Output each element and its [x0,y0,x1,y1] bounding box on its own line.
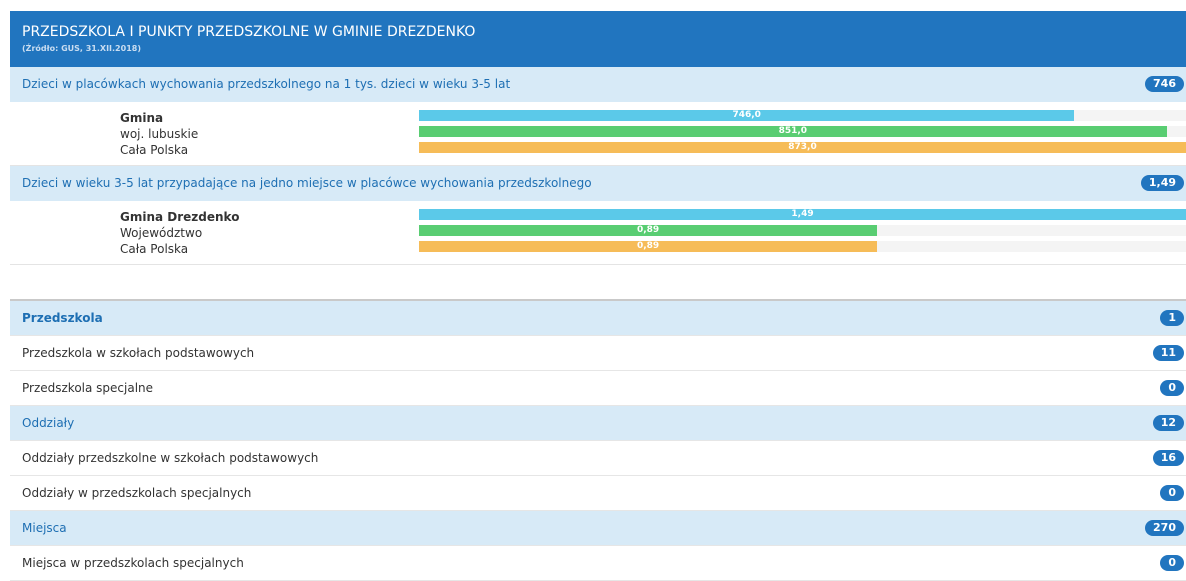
list-item-label: Oddziały w przedszkolach specjalnych [22,486,252,500]
list-item-label: Przedszkola w szkołach podstawowych [22,346,255,360]
count-badge: 0 [1160,380,1184,396]
list-item-label: Oddziały przedszkolne w szkołach podstaw… [22,451,319,465]
count-badge: 11 [1152,345,1184,361]
bar-label-wojewodztwo: Województwo [120,226,203,240]
bar-wojewodztwo: 851,0 [419,126,1167,137]
bar-track: 851,0 [419,126,1186,137]
bar-gmina: 746,0 [419,110,1075,121]
bar-label-polska: Cała Polska [120,242,189,256]
count-badge: 1 [1160,310,1184,326]
panel: PRZEDSZKOLA I PUNKTY PRZEDSZKOLNE W GMIN… [10,11,1186,581]
list-item: Oddziały przedszkolne w szkołach podstaw… [10,441,1186,476]
count-badge: 12 [1152,415,1184,431]
bar-gmina: 1,49 [419,209,1186,220]
indicator-chart-1: Gmina woj. lubuskie Cała Polska 746,0 85… [10,102,1186,166]
count-badge: 0 [1160,555,1184,571]
bar-polska: 0,89 [419,241,878,252]
count-badge: 0 [1160,485,1184,501]
bar-label-gmina: Gmina Drezdenko [120,210,240,224]
list-item: Miejsca w przedszkolach specjalnych 0 [10,546,1186,581]
bar-label-polska: Cała Polska [120,143,189,157]
counts-list: Przedszkola 1 Przedszkola w szkołach pod… [10,299,1186,581]
indicator-label: Dzieci w wieku 3-5 lat przypadające na j… [22,176,592,190]
indicator-header-1[interactable]: Dzieci w placówkach wychowania przedszko… [10,67,1186,102]
list-item: Przedszkola w szkołach podstawowych 11 [10,336,1186,371]
count-badge: 16 [1152,450,1184,466]
bar-value-label: 851,0 [778,126,808,136]
source-note: (Źródło: GUS, 31.XII.2018) [22,44,141,53]
bar-track: 746,0 [419,110,1186,121]
list-item-oddzialy[interactable]: Oddziały 12 [10,406,1186,441]
indicator-chart-2: Gmina Drezdenko Województwo Cała Polska … [10,201,1186,265]
list-item-miejsca[interactable]: Miejsca 270 [10,511,1186,546]
list-item-label: Miejsca [22,521,67,535]
list-item-label: Przedszkola specjalne [22,381,154,395]
list-item: Przedszkola specjalne 0 [10,371,1186,406]
list-item-przedszkola[interactable]: Przedszkola 1 [10,301,1186,336]
indicator-badge: 746 [1145,76,1184,92]
indicator-badge: 1,49 [1140,175,1184,191]
bar-wojewodztwo: 0,89 [419,225,878,236]
count-badge: 270 [1145,520,1184,536]
bar-value-label: 873,0 [788,142,817,152]
bar-track: 1,49 [419,209,1186,220]
bar-track: 0,89 [419,241,1186,252]
list-item-label: Oddziały [22,416,75,430]
bar-value-label: 1,49 [791,209,814,219]
panel-title: PRZEDSZKOLA I PUNKTY PRZEDSZKOLNE W GMIN… [22,24,476,40]
bar-track: 0,89 [419,225,1186,236]
indicator-label: Dzieci w placówkach wychowania przedszko… [22,77,511,91]
bar-polska: 873,0 [419,142,1186,153]
bar-value-label: 746,0 [732,110,761,120]
list-item-label: Miejsca w przedszkolach specjalnych [22,556,244,570]
list-item-label: Przedszkola [22,311,103,325]
panel-header: PRZEDSZKOLA I PUNKTY PRZEDSZKOLNE W GMIN… [10,11,1186,67]
bar-label-gmina: Gmina [120,111,164,125]
bar-value-label: 0,89 [636,241,660,251]
bar-track: 873,0 [419,142,1186,153]
list-item: Oddziały w przedszkolach specjalnych 0 [10,476,1186,511]
bar-label-wojewodztwo: woj. lubuskie [120,127,199,141]
bar-value-label: 0,89 [636,225,660,235]
indicator-header-2[interactable]: Dzieci w wieku 3-5 lat przypadające na j… [10,166,1186,201]
